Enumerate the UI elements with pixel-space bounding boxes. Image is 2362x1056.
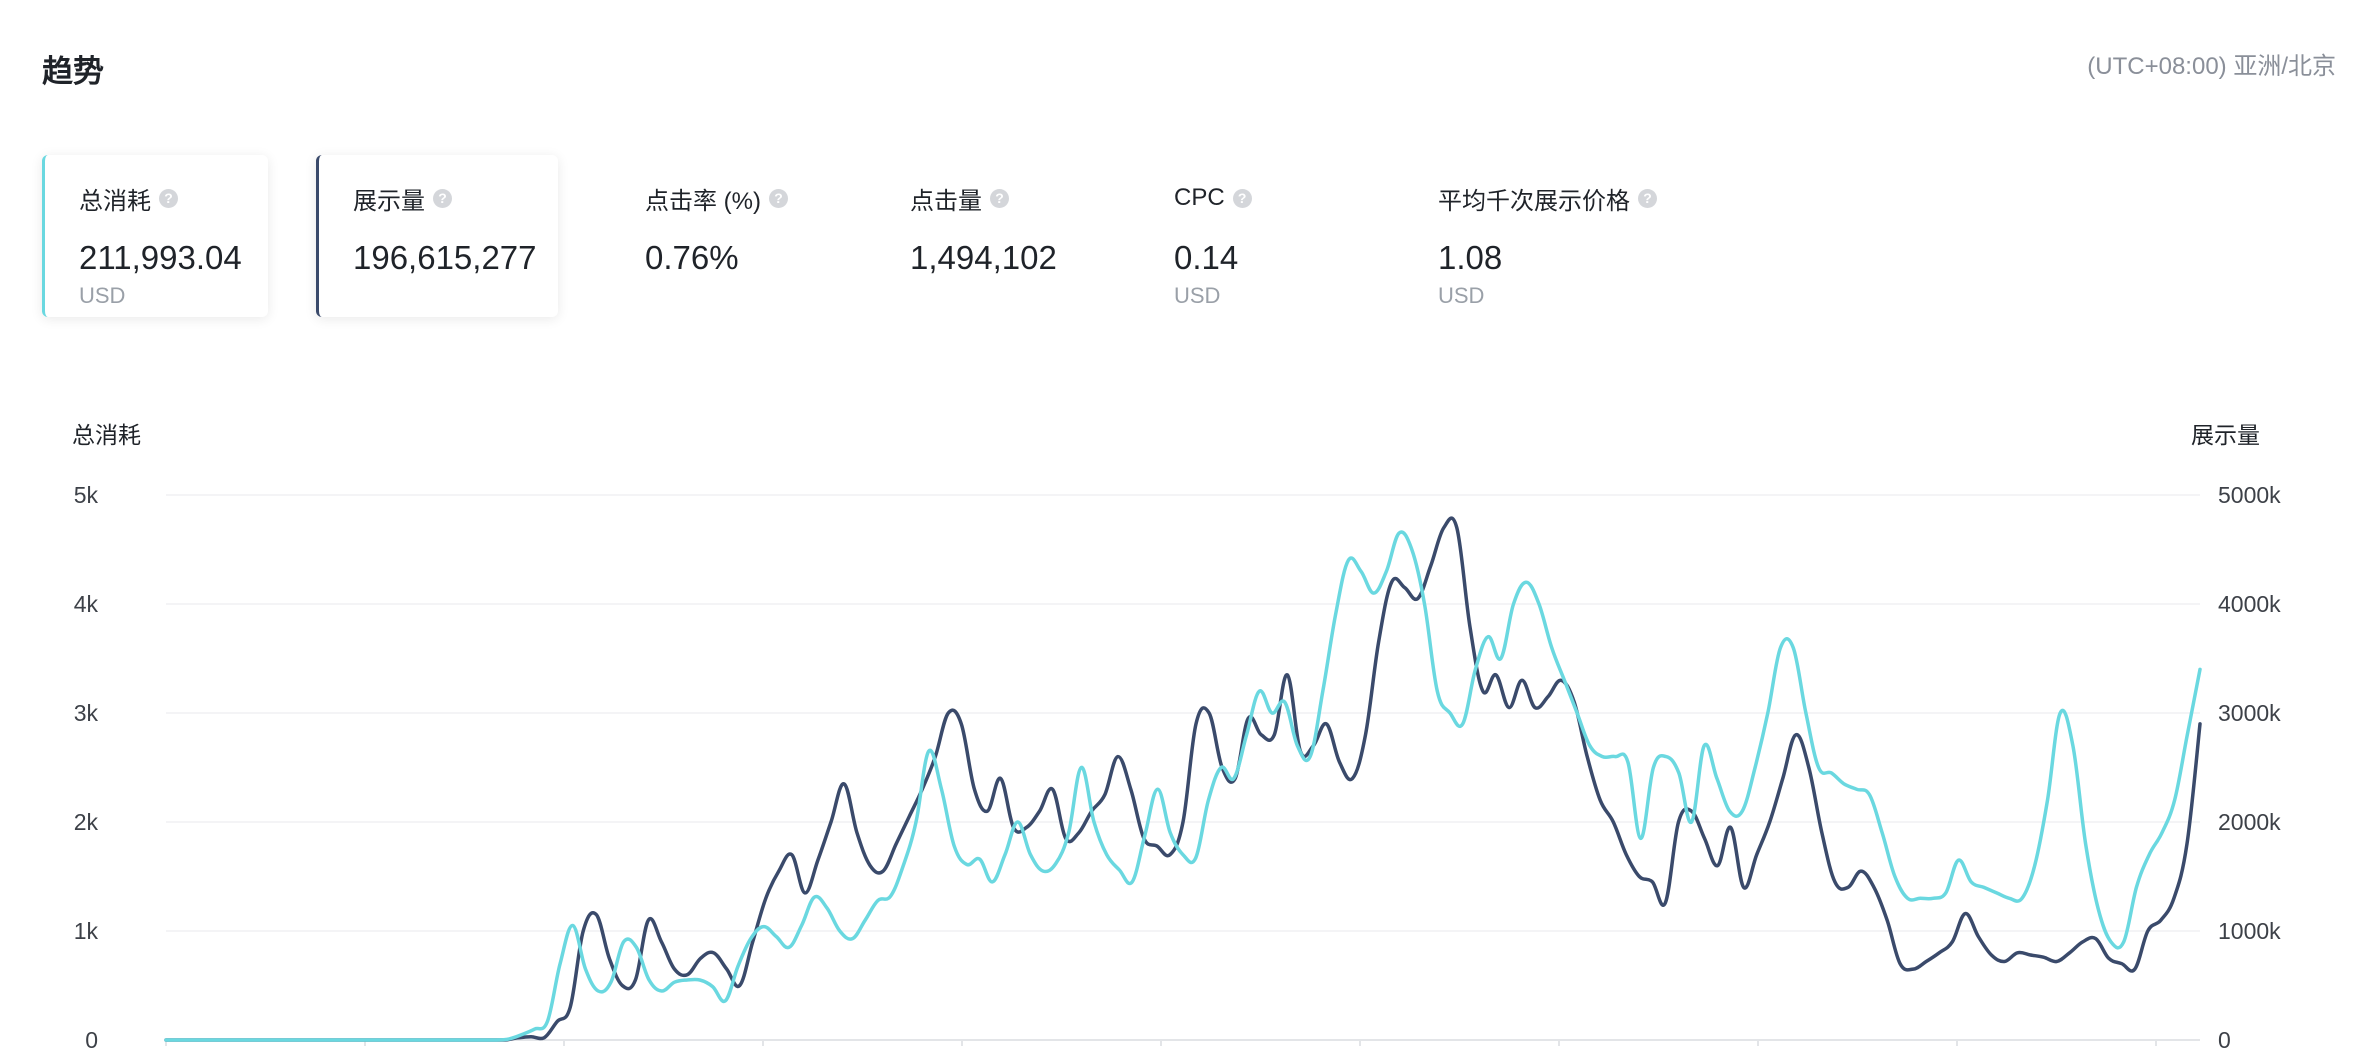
metric-label-text: 点击率 (%) — [645, 187, 761, 215]
metric-unit — [645, 283, 831, 309]
help-icon[interactable]: ? — [990, 188, 1009, 208]
metric-cards: 总消耗? 211,993.04 USD 展示量? 196,615,277 点击率… — [42, 155, 1742, 317]
metric-label: 展示量? — [353, 183, 558, 215]
metric-unit — [910, 283, 1096, 309]
help-icon[interactable]: ? — [769, 188, 788, 208]
left-axis-ticks: 0 1k 2k 3k 4k 5k — [74, 482, 99, 1053]
metric-label: 总消耗? — [79, 183, 268, 215]
right-axis-ticks: 0 1000k 2000k 3000k 4000k 5000k — [2218, 482, 2281, 1053]
metric-value: 211,993.04 — [79, 239, 242, 276]
right-tick-label: 3000k — [2218, 700, 2281, 726]
metric-label: 平均千次展示价格? — [1438, 183, 1704, 215]
metric-value: 0.14 — [1174, 239, 1239, 276]
help-icon[interactable]: ? — [159, 188, 178, 208]
gridlines — [166, 494, 2200, 1041]
metric-card-impressions[interactable]: 展示量? 196,615,277 — [316, 155, 558, 317]
metric-label: 点击率 (%)? — [645, 183, 831, 215]
metric-card-total-spend[interactable]: 总消耗? 211,993.04 USD — [42, 155, 268, 317]
left-tick-label: 2k — [74, 809, 99, 835]
page-title: 趋势 — [42, 54, 104, 89]
metric-unit: USD — [79, 283, 126, 308]
metric-value: 196,615,277 — [353, 239, 537, 276]
metric-card-ctr[interactable]: 点击率 (%)? 0.76% — [611, 155, 831, 317]
metric-label-text: 平均千次展示价格 — [1438, 187, 1630, 215]
metric-unit: USD — [1438, 283, 1485, 308]
metric-value: 1.08 — [1438, 239, 1503, 276]
right-axis-title: 展示量 — [2191, 422, 2260, 448]
left-tick-label: 1k — [74, 918, 99, 944]
metric-label-text: 总消耗 — [79, 187, 151, 215]
metric-label-text: CPC — [1174, 184, 1225, 211]
series-line-impressions[interactable] — [164, 516, 2202, 1042]
metric-unit: USD — [1174, 283, 1221, 308]
left-tick-label: 4k — [74, 591, 99, 617]
metric-label-text: 展示量 — [353, 187, 425, 215]
right-tick-label: 1000k — [2218, 918, 2281, 944]
help-icon[interactable]: ? — [1232, 188, 1252, 208]
left-tick-label: 3k — [74, 700, 99, 726]
metric-card-cpm[interactable]: 平均千次展示价格? 1.08 USD — [1404, 155, 1704, 317]
series-line-total-spend[interactable] — [164, 530, 2202, 1042]
timezone-label: (UTC+08:00) 亚洲/北京 — [2087, 53, 2336, 80]
metric-card-cpc[interactable]: CPC? 0.14 USD — [1140, 155, 1360, 317]
right-tick-label: 0 — [2218, 1027, 2231, 1053]
series-lines — [164, 516, 2202, 1042]
right-tick-label: 5000k — [2218, 482, 2281, 508]
metric-label-text: 点击量 — [910, 187, 982, 215]
left-axis-title: 总消耗 — [72, 422, 141, 448]
right-tick-label: 2000k — [2218, 809, 2281, 835]
metric-value: 1,494,102 — [910, 239, 1057, 276]
metric-card-clicks[interactable]: 点击量? 1,494,102 — [876, 155, 1096, 317]
left-tick-label: 5k — [74, 482, 99, 508]
metric-label: 点击量? — [910, 183, 1096, 215]
left-tick-label: 0 — [85, 1027, 98, 1053]
metric-value: 0.76% — [645, 239, 739, 276]
help-icon[interactable]: ? — [1638, 188, 1657, 208]
help-icon[interactable]: ? — [433, 188, 452, 208]
trend-chart: 总消耗 展示量 0 1k 2k 3k 4k 5k 0 1000k 2000k 3000k 4000… — [72, 422, 2281, 1053]
metric-label: CPC? — [1174, 183, 1360, 213]
metric-unit — [353, 283, 558, 309]
right-tick-label: 4000k — [2218, 591, 2281, 617]
